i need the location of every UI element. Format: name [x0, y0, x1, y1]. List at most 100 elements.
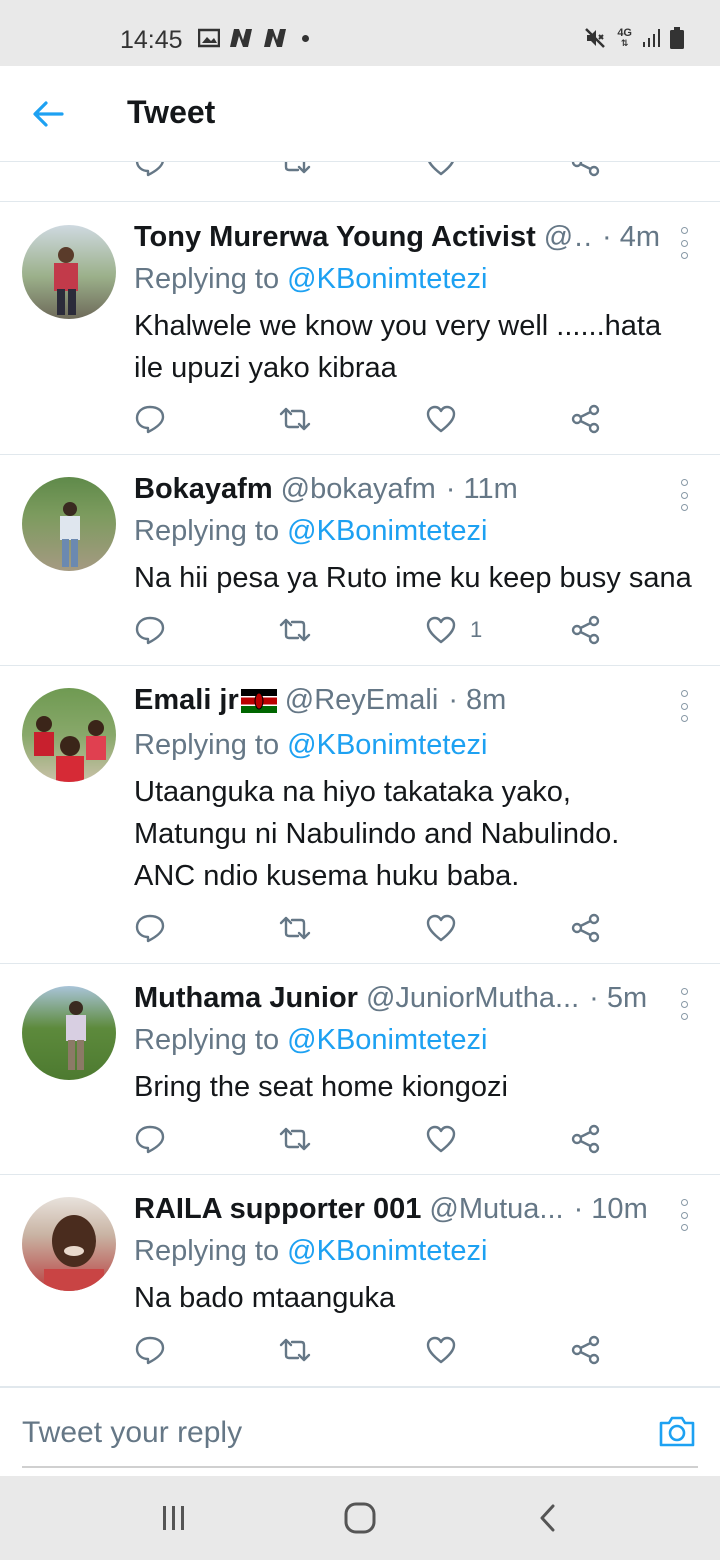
share-button[interactable]: [571, 1330, 601, 1370]
avatar[interactable]: [22, 477, 116, 571]
tweet-actions: [134, 1330, 604, 1370]
like-button[interactable]: [426, 1330, 456, 1370]
avatar[interactable]: [22, 986, 116, 1080]
like-button[interactable]: [426, 1119, 456, 1159]
recent-apps-button[interactable]: [154, 1498, 194, 1538]
avatar[interactable]: [22, 225, 116, 319]
share-icon: [571, 913, 600, 943]
retweet-button[interactable]: [278, 1119, 312, 1159]
retweet-button[interactable]: [278, 908, 312, 948]
share-button[interactable]: [571, 610, 601, 650]
tweet-card[interactable]: Emali jr @ReyEmali · 8m Replying to @KBo…: [0, 666, 720, 964]
dot-icon: [302, 34, 309, 42]
reply-button[interactable]: [134, 610, 166, 650]
recent-apps-icon: [163, 1506, 184, 1530]
more-options-icon[interactable]: [674, 227, 694, 259]
reply-button[interactable]: [134, 1330, 166, 1370]
mention-link[interactable]: @KBonimtetezi: [287, 515, 487, 547]
author-name[interactable]: Tony Murerwa Young Activist: [134, 221, 536, 254]
home-button[interactable]: [340, 1498, 380, 1538]
app-header: Tweet: [0, 66, 720, 162]
more-options-icon[interactable]: [674, 988, 694, 1020]
author-name[interactable]: Muthama Junior: [134, 982, 358, 1015]
camera-button[interactable]: [658, 1414, 698, 1454]
share-button[interactable]: [571, 908, 601, 948]
heart-icon: [426, 616, 456, 644]
tweet-time: · 4m: [602, 221, 660, 253]
n-icon: [230, 29, 252, 47]
retweet-button[interactable]: [278, 610, 312, 650]
share-button[interactable]: [571, 1119, 601, 1159]
tweet-header: RAILA supporter 001 @Mutua... · 10m: [134, 1193, 660, 1226]
share-button[interactable]: [571, 399, 601, 439]
author-handle[interactable]: @JuniorMutha...: [366, 982, 579, 1015]
share-icon: [571, 162, 600, 177]
more-options-icon[interactable]: [674, 479, 694, 511]
heart-icon: [426, 1125, 456, 1153]
tweet-header: Muthama Junior @JuniorMutha... · 5m: [134, 982, 660, 1015]
reply-button[interactable]: [134, 1119, 166, 1159]
more-options-icon[interactable]: [674, 1199, 694, 1231]
reply-bar: [0, 1386, 720, 1476]
retweet-button[interactable]: [278, 1330, 312, 1370]
heart-icon: [426, 1336, 456, 1364]
nav-back-button[interactable]: [528, 1498, 568, 1538]
like-button[interactable]: [426, 908, 456, 948]
replying-to: Replying to @KBonimtetezi: [134, 1235, 488, 1267]
reply-button[interactable]: [134, 162, 166, 182]
retweet-button[interactable]: [278, 162, 312, 182]
author-handle[interactable]: @...: [544, 221, 592, 254]
kenya-flag-icon: [240, 688, 277, 713]
avatar-image: [44, 1215, 104, 1291]
reply-input[interactable]: [22, 1416, 622, 1450]
network-indicator: 4G ⇅: [617, 27, 632, 49]
tweet-card[interactable]: Bokayafm @bokayafm · 11m Replying to @KB…: [0, 455, 720, 666]
tweet-card[interactable]: RAILA supporter 001 @Mutua... · 10m Repl…: [0, 1175, 720, 1386]
retweet-icon: [279, 618, 311, 642]
tweet-card[interactable]: Muthama Junior @JuniorMutha... · 5m Repl…: [0, 964, 720, 1175]
signal-icon: [643, 29, 660, 47]
share-icon: [571, 1124, 600, 1154]
reply-button[interactable]: [134, 399, 166, 439]
tweet-card[interactable]: Tony Murerwa Young Activist @... · 4m Re…: [0, 203, 720, 455]
mute-icon: [585, 28, 606, 48]
reply-button[interactable]: [134, 908, 166, 948]
n-icon: [264, 29, 286, 47]
like-button[interactable]: [426, 162, 456, 182]
avatar[interactable]: [22, 1197, 116, 1291]
avatar-image: [54, 247, 78, 315]
replying-to: Replying to @KBonimtetezi: [134, 729, 488, 761]
reply-icon: [135, 162, 164, 177]
author-handle[interactable]: @Mutua...: [429, 1193, 563, 1226]
mention-link[interactable]: @KBonimtetezi: [287, 263, 487, 295]
previous-tweet-actions: [0, 162, 720, 202]
like-button[interactable]: 1: [426, 610, 482, 650]
mention-link[interactable]: @KBonimtetezi: [287, 1024, 487, 1056]
more-options-icon[interactable]: [674, 690, 694, 722]
tweet-header: Bokayafm @bokayafm · 11m: [134, 473, 660, 506]
replying-to: Replying to @KBonimtetezi: [134, 515, 488, 547]
system-nav-bar: [0, 1476, 720, 1560]
author-handle[interactable]: @bokayafm: [281, 473, 436, 506]
author-name[interactable]: Bokayafm: [134, 473, 273, 506]
retweet-icon: [279, 1338, 311, 1362]
tweet-text: Na hii pesa ya Ruto ime ku keep busy san…: [134, 562, 692, 594]
avatar[interactable]: [22, 688, 116, 782]
replying-to: Replying to @KBonimtetezi: [134, 263, 488, 295]
back-button[interactable]: [28, 94, 68, 134]
retweet-button[interactable]: [278, 399, 312, 439]
mention-link[interactable]: @KBonimtetezi: [287, 1235, 487, 1267]
like-button[interactable]: [426, 399, 456, 439]
share-button[interactable]: [571, 162, 601, 182]
heart-icon: [428, 162, 454, 176]
author-name[interactable]: RAILA supporter 001: [134, 1193, 421, 1226]
reply-icon: [135, 405, 165, 434]
reply-icon: [135, 1336, 165, 1365]
author-name[interactable]: Emali jr: [134, 684, 239, 717]
tweet-text: Utaanguka na hiyo takataka yako, Matungu…: [134, 776, 620, 892]
tweet-actions: [134, 399, 604, 439]
mention-link[interactable]: @KBonimtetezi: [287, 729, 487, 761]
author-handle[interactable]: @ReyEmali: [285, 684, 439, 717]
tweet-actions: [134, 908, 604, 948]
heart-icon: [426, 405, 456, 433]
